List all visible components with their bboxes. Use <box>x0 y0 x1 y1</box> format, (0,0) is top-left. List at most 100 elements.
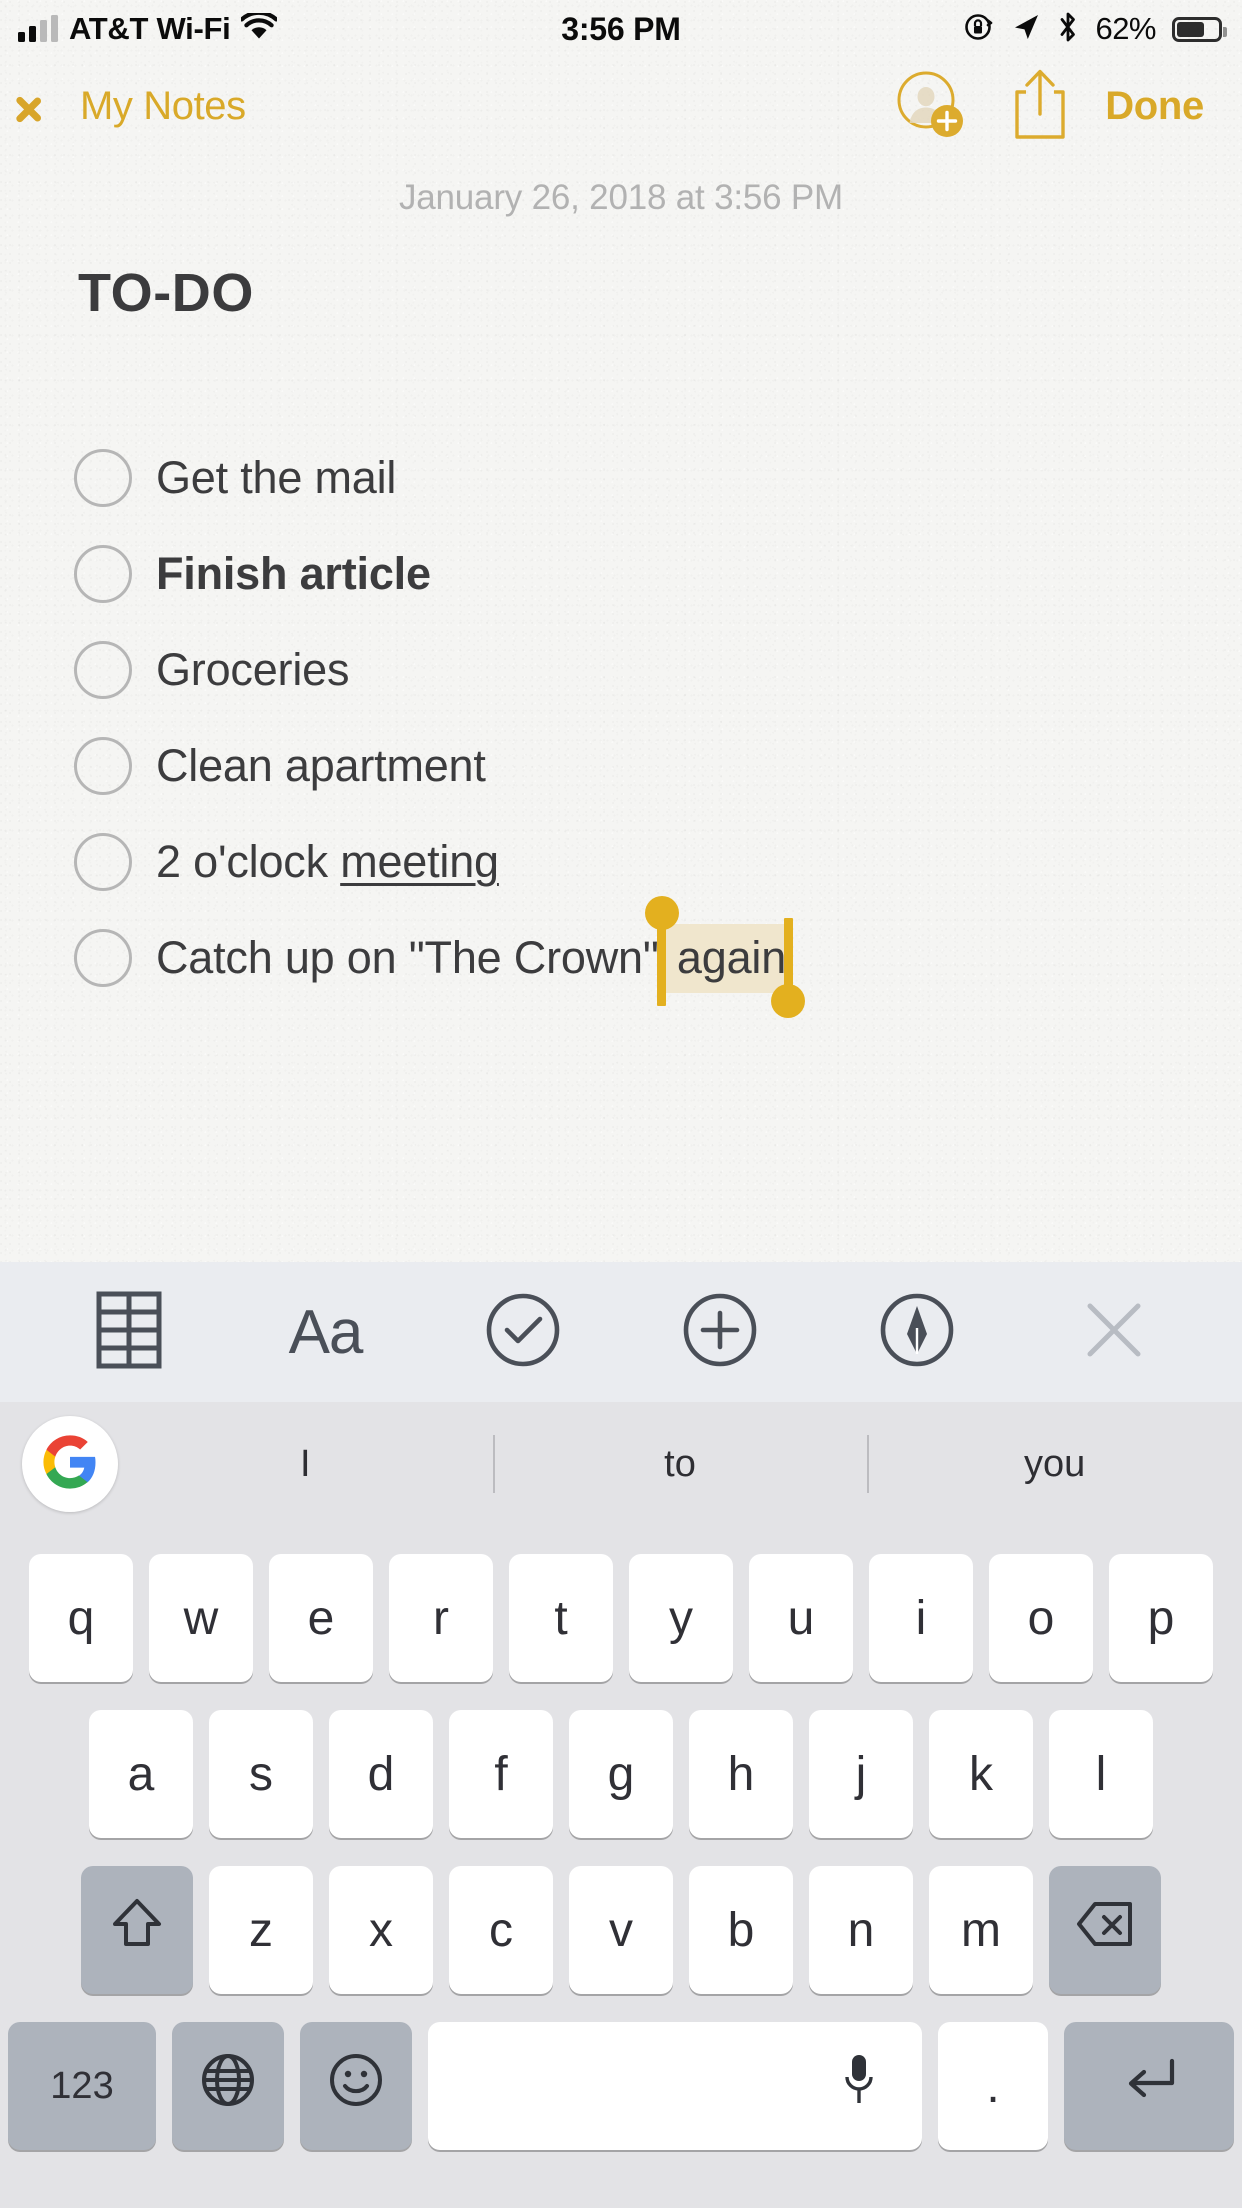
key-c[interactable]: c <box>449 1866 553 1994</box>
key-o[interactable]: o <box>989 1554 1093 1682</box>
checklist-item[interactable]: Groceries <box>74 622 1174 718</box>
emoji-icon <box>328 2052 384 2120</box>
checkbox-unchecked-icon[interactable] <box>74 929 132 987</box>
keyboard-row-1: q w e r t y u i o p <box>0 1540 1242 1696</box>
key-s[interactable]: s <box>209 1710 313 1838</box>
share-button[interactable] <box>985 58 1095 154</box>
checkbox-unchecked-icon[interactable] <box>74 641 132 699</box>
bluetooth-icon <box>1057 11 1079 48</box>
markup-pen-icon <box>879 1292 955 1373</box>
key-r[interactable]: r <box>389 1554 493 1682</box>
shift-key[interactable] <box>81 1866 193 1994</box>
add-person-button[interactable] <box>875 58 985 154</box>
checklist-item-label[interactable]: Catch up on "The Crown" again <box>156 896 806 1018</box>
return-icon <box>1120 2055 1178 2117</box>
key-q[interactable]: q <box>29 1554 133 1682</box>
numbers-key[interactable]: 123 <box>8 2022 156 2150</box>
key-g[interactable]: g <box>569 1710 673 1838</box>
emoji-key[interactable] <box>300 2022 412 2150</box>
checkbox-unchecked-icon[interactable] <box>74 833 132 891</box>
key-i[interactable]: i <box>869 1554 973 1682</box>
checkbox-unchecked-icon[interactable] <box>74 737 132 795</box>
selected-text[interactable]: again <box>658 924 789 993</box>
key-b[interactable]: b <box>689 1866 793 1994</box>
shift-icon <box>111 1896 163 1964</box>
space-key[interactable] <box>428 2022 922 2150</box>
selection-knob-start[interactable] <box>644 896 679 930</box>
key-y[interactable]: y <box>629 1554 733 1682</box>
key-l[interactable]: l <box>1049 1710 1153 1838</box>
key-n[interactable]: n <box>809 1866 913 1994</box>
selection-handle-start[interactable] <box>656 926 666 1006</box>
suggestion-word[interactable]: to <box>493 1443 868 1486</box>
rotation-lock-icon <box>963 11 995 48</box>
checklist-item-label[interactable]: Groceries <box>156 644 349 696</box>
checklist-item[interactable]: Catch up on "The Crown" again <box>74 896 1174 1018</box>
location-arrow-icon <box>1011 12 1041 47</box>
status-bar: AT&T Wi-Fi 3:56 PM 62% <box>0 0 1242 58</box>
text-selection[interactable]: again <box>644 896 806 1018</box>
keyboard-row-4: 123 . <box>0 2008 1242 2164</box>
microphone-icon[interactable] <box>842 2053 876 2119</box>
iphone-screen: AT&T Wi-Fi 3:56 PM 62% My Notes Done Jan… <box>0 0 1242 2208</box>
key-t[interactable]: t <box>509 1554 613 1682</box>
checklist-item[interactable]: Clean apartment <box>74 718 1174 814</box>
checklist-item[interactable]: Get the mail <box>74 430 1174 526</box>
checklist-button[interactable] <box>463 1277 583 1387</box>
backspace-key[interactable] <box>1049 1866 1161 1994</box>
checklist-item[interactable]: Finish article <box>74 526 1174 622</box>
checklist-item[interactable]: 2 o'clock meeting <box>74 814 1174 910</box>
checklist-item-label[interactable]: Clean apartment <box>156 740 486 792</box>
checklist-item-text-underlined: meeting <box>340 836 499 887</box>
back-button[interactable]: My Notes <box>36 58 246 154</box>
checklist-item-text-plain: 2 o'clock <box>156 836 341 887</box>
checkbox-unchecked-icon[interactable] <box>74 449 132 507</box>
text-format-icon: Aa <box>288 1297 364 1367</box>
markup-pen-button[interactable] <box>857 1277 977 1387</box>
add-attachment-button[interactable] <box>660 1277 780 1387</box>
share-icon <box>1009 66 1071 147</box>
selection-knob-end[interactable] <box>771 984 806 1018</box>
key-p[interactable]: p <box>1109 1554 1213 1682</box>
text-format-button[interactable]: Aa <box>266 1277 386 1387</box>
key-h[interactable]: h <box>689 1710 793 1838</box>
status-bar-right: 62% <box>963 0 1227 58</box>
google-search-button[interactable] <box>22 1416 118 1512</box>
checkbox-unchecked-icon[interactable] <box>74 545 132 603</box>
add-person-icon <box>893 67 967 146</box>
add-attachment-icon <box>682 1292 758 1373</box>
return-key[interactable] <box>1064 2022 1234 2150</box>
close-toolbar-button[interactable] <box>1054 1277 1174 1387</box>
key-x[interactable]: x <box>329 1866 433 1994</box>
checklist-item-text-plain: Catch up on "The Crown" <box>156 932 659 983</box>
backspace-icon <box>1075 1900 1135 1960</box>
table-button[interactable] <box>69 1277 189 1387</box>
battery-percent-label: 62% <box>1095 11 1156 46</box>
key-d[interactable]: d <box>329 1710 433 1838</box>
suggestion-word[interactable]: you <box>867 1443 1242 1486</box>
globe-key[interactable] <box>172 2022 284 2150</box>
key-e[interactable]: e <box>269 1554 373 1682</box>
navigation-bar: My Notes Done <box>0 58 1242 154</box>
note-date-label: January 26, 2018 at 3:56 PM <box>398 178 844 217</box>
on-screen-keyboard: q w e r t y u i o p a s d f g h j k l z … <box>0 1526 1242 2208</box>
key-u[interactable]: u <box>749 1554 853 1682</box>
done-button[interactable]: Done <box>1095 84 1242 129</box>
key-z[interactable]: z <box>209 1866 313 1994</box>
checklist-item-label[interactable]: Get the mail <box>156 452 396 504</box>
key-j[interactable]: j <box>809 1710 913 1838</box>
key-a[interactable]: a <box>89 1710 193 1838</box>
period-key[interactable]: . <box>938 2022 1048 2150</box>
key-v[interactable]: v <box>569 1866 673 1994</box>
key-m[interactable]: m <box>929 1866 1033 1994</box>
checklist-icon <box>485 1292 561 1373</box>
note-title[interactable]: TO-DO <box>78 262 254 324</box>
key-w[interactable]: w <box>149 1554 253 1682</box>
key-k[interactable]: k <box>929 1710 1033 1838</box>
key-f[interactable]: f <box>449 1710 553 1838</box>
google-logo-icon <box>41 1433 99 1496</box>
checklist-item-label[interactable]: Finish article <box>156 548 431 600</box>
note-editor-canvas[interactable]: AT&T Wi-Fi 3:56 PM 62% My Notes Done Jan… <box>0 0 1242 1262</box>
suggestion-word[interactable]: I <box>118 1443 493 1486</box>
checklist-item-label[interactable]: 2 o'clock meeting <box>156 836 499 888</box>
